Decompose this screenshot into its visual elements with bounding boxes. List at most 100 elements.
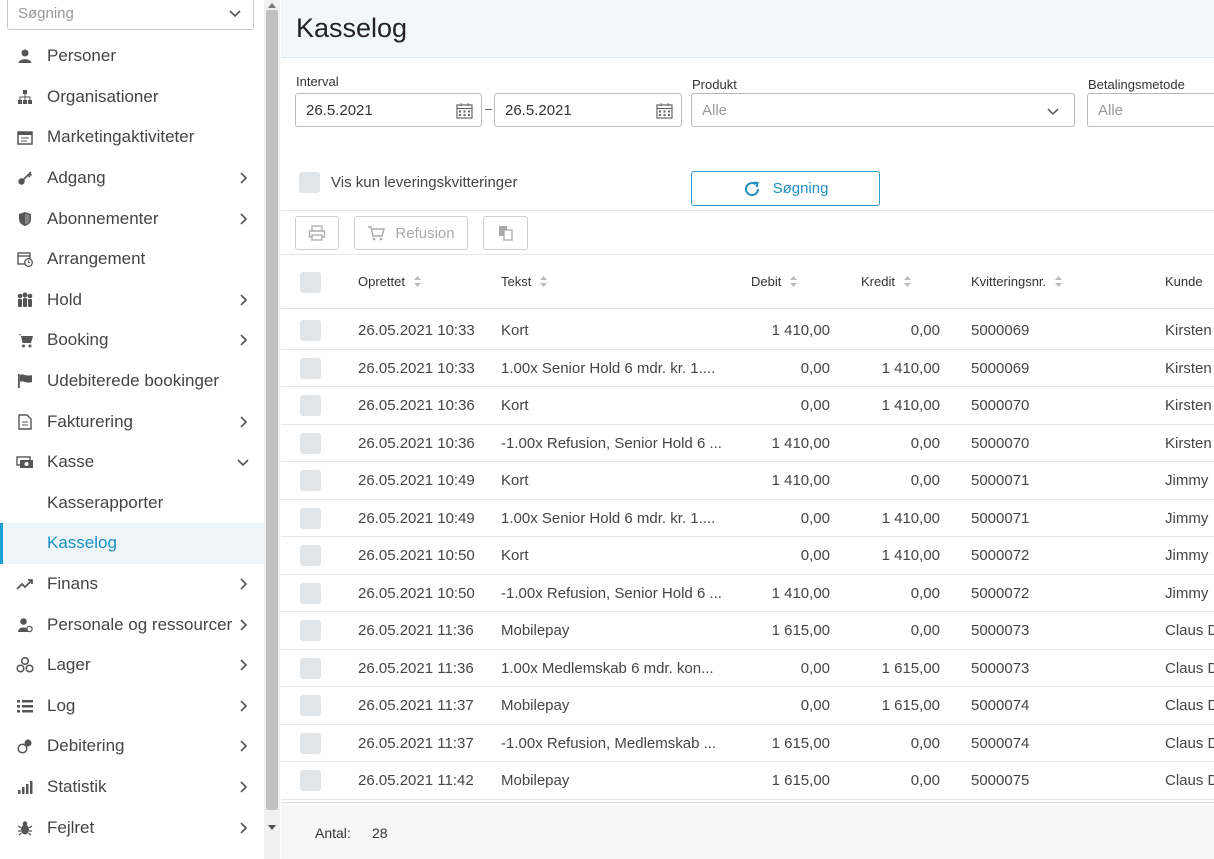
sidebar-item-udebiterede-bookinger[interactable]: Udebiterede bookinger <box>0 361 264 402</box>
sidebar-item-personale-og-ressourcer[interactable]: Personale og ressourcer <box>0 604 264 645</box>
row-checkbox[interactable] <box>300 545 321 566</box>
sidebar-item-adgang[interactable]: Adgang <box>0 158 264 199</box>
sidebar-item-debitering[interactable]: Debitering <box>0 726 264 767</box>
column-header-debit[interactable]: Debit <box>751 274 798 289</box>
date-from-input[interactable]: 26.5.2021 <box>295 93 482 127</box>
only-delivery-checkbox-row[interactable]: Vis kun leveringskvitteringer <box>299 172 517 193</box>
chevron-right-icon <box>240 822 248 834</box>
cell-debit: 1 615,00 <box>771 622 830 639</box>
table-row[interactable]: 26.05.2021 11:37 Mobilepay 0,00 1 615,00 500… <box>281 687 1214 725</box>
table-row[interactable]: 26.05.2021 10:50 Kort 0,00 1 410,00 5000072 J… <box>281 537 1214 575</box>
scroll-down-arrow-icon[interactable] <box>264 823 280 833</box>
row-checkbox[interactable] <box>300 432 321 454</box>
row-checkbox[interactable] <box>300 770 321 791</box>
row-checkbox[interactable] <box>300 395 321 416</box>
search-button[interactable]: Søgning <box>691 171 880 206</box>
sidebar-item-abonnementer[interactable]: Abonnementer <box>0 198 264 239</box>
sort-icon[interactable] <box>789 275 798 288</box>
cell-receipt-no: 5000072 <box>971 584 1030 602</box>
sort-icon[interactable] <box>903 275 912 288</box>
table-row[interactable]: 26.05.2021 10:50 -1.00x Refusion, Senior … <box>281 575 1214 612</box>
sidebar-item-booking[interactable]: Booking <box>0 320 264 361</box>
table-row[interactable]: 26.05.2021 11:42 Mobilepay 1 615,00 0,00 500… <box>281 762 1214 800</box>
table-row[interactable]: 26.05.2021 11:36 Mobilepay 1 615,00 0,00 500… <box>281 612 1214 650</box>
payment-method-select[interactable]: Alle <box>1087 93 1214 127</box>
sidebar-item-finans[interactable]: Finans <box>0 564 264 605</box>
cell-credit: 0,00 <box>910 584 940 602</box>
table-row[interactable]: 26.05.2021 10:36 -1.00x Refusion, Senior … <box>281 425 1214 462</box>
sidebar-item-arrangement[interactable]: Arrangement <box>0 239 264 280</box>
sidebar-item-statistik[interactable]: Statistik <box>0 767 264 808</box>
print-button[interactable] <box>295 216 339 250</box>
column-header-kunde[interactable]: Kunde <box>1165 274 1203 289</box>
sidebar-item-kasserapporter[interactable]: Kasserapporter <box>0 483 264 524</box>
row-checkbox[interactable] <box>300 470 321 491</box>
payment-method-label: Betalingsmetode <box>1088 77 1185 92</box>
sidebar-item-marketingaktiviteter[interactable]: Marketingaktiviteter <box>0 117 264 158</box>
search-button-label: Søgning <box>772 180 829 197</box>
cell-created: 26.05.2021 10:49 <box>358 472 475 489</box>
cell-text: Kort <box>501 322 529 339</box>
shield-icon <box>16 210 34 228</box>
table-row[interactable]: 26.05.2021 10:49 Kort 1 410,00 0,00 5000071 J… <box>281 462 1214 500</box>
table-row[interactable]: 26.05.2021 11:37 -1.00x Refusion, Medlems… <box>281 725 1214 762</box>
column-header-label: Tekst <box>501 274 532 289</box>
sidebar-item-log[interactable]: Log <box>0 686 264 727</box>
sidebar-item-personer[interactable]: Personer <box>0 36 264 77</box>
table-row[interactable]: 26.05.2021 11:36 1.00x Medlemskab 6 mdr. … <box>281 650 1214 687</box>
sitemap-icon <box>16 88 34 106</box>
column-header-kredit[interactable]: Kredit <box>861 274 912 289</box>
sort-icon[interactable] <box>413 275 422 288</box>
table-row[interactable]: 26.05.2021 10:36 Kort 0,00 1 410,00 5000070 K… <box>281 387 1214 425</box>
row-checkbox[interactable] <box>300 320 321 341</box>
row-checkbox[interactable] <box>300 620 321 641</box>
column-header-label: Debit <box>751 274 782 289</box>
column-header-oprettet[interactable]: Oprettet <box>358 274 422 289</box>
column-header-kvitteringsnr[interactable]: Kvitteringsnr. <box>971 274 1063 289</box>
sidebar-scrollbar[interactable] <box>264 0 280 859</box>
product-select[interactable]: Alle <box>691 93 1075 127</box>
row-checkbox[interactable] <box>300 507 321 529</box>
sidebar-menu: Personer Organisationer Marketingaktivitet… <box>0 36 264 848</box>
sidebar-item-organisationer[interactable]: Organisationer <box>0 77 264 118</box>
only-delivery-checkbox[interactable] <box>299 172 320 193</box>
row-checkbox[interactable] <box>300 695 321 716</box>
sidebar-item-kasse[interactable]: Kasse <box>0 442 264 483</box>
scroll-up-arrow-icon[interactable] <box>264 0 280 10</box>
row-checkbox[interactable] <box>300 357 321 379</box>
row-checkbox[interactable] <box>300 657 321 679</box>
refund-button[interactable]: Refusion <box>354 216 468 250</box>
calendar-icon[interactable] <box>656 102 673 119</box>
sidebar-search-select[interactable]: Søgning <box>7 0 254 30</box>
date-to-input[interactable]: 26.5.2021 <box>494 93 682 127</box>
sidebar-item-hold[interactable]: Hold <box>0 280 264 321</box>
table-row[interactable]: 26.05.2021 10:33 1.00x Senior Hold 6 mdr.… <box>281 350 1214 387</box>
cell-credit: 0,00 <box>910 434 940 452</box>
invoice-icon <box>16 413 34 431</box>
row-checkbox[interactable] <box>300 582 321 604</box>
column-header-tekst[interactable]: Tekst <box>501 274 548 289</box>
sidebar-item-label: Organisationer <box>47 86 159 106</box>
table-footer: Antal: 28 <box>281 802 1214 859</box>
sidebar-item-fakturering[interactable]: Fakturering <box>0 401 264 442</box>
cell-receipt-no: 5000075 <box>971 772 1030 789</box>
cell-created: 26.05.2021 10:49 <box>358 509 475 527</box>
sidebar-item-lager[interactable]: Lager <box>0 645 264 686</box>
calendar-icon[interactable] <box>456 102 473 119</box>
select-all-checkbox[interactable] <box>300 272 321 293</box>
column-header-label: Kvitteringsnr. <box>971 274 1047 289</box>
sidebar-item-label: Marketingaktiviteter <box>47 127 195 147</box>
chevron-down-icon <box>229 10 241 18</box>
sort-icon[interactable] <box>1054 275 1063 288</box>
sidebar-item-kasselog[interactable]: Kasselog <box>0 523 264 564</box>
chevron-right-icon <box>240 213 248 225</box>
copy-button[interactable] <box>483 216 528 250</box>
chevron-right-icon <box>240 740 248 752</box>
sidebar-item-fejlret[interactable]: Fejlret <box>0 807 264 848</box>
table-row[interactable]: 26.05.2021 10:33 Kort 1 410,00 0,00 5000069 K… <box>281 312 1214 350</box>
cell-receipt-no: 5000074 <box>971 734 1030 752</box>
sort-icon[interactable] <box>539 275 548 288</box>
scroll-thumb[interactable] <box>266 10 278 810</box>
table-row[interactable]: 26.05.2021 10:49 1.00x Senior Hold 6 mdr.… <box>281 500 1214 537</box>
row-checkbox[interactable] <box>300 732 321 754</box>
